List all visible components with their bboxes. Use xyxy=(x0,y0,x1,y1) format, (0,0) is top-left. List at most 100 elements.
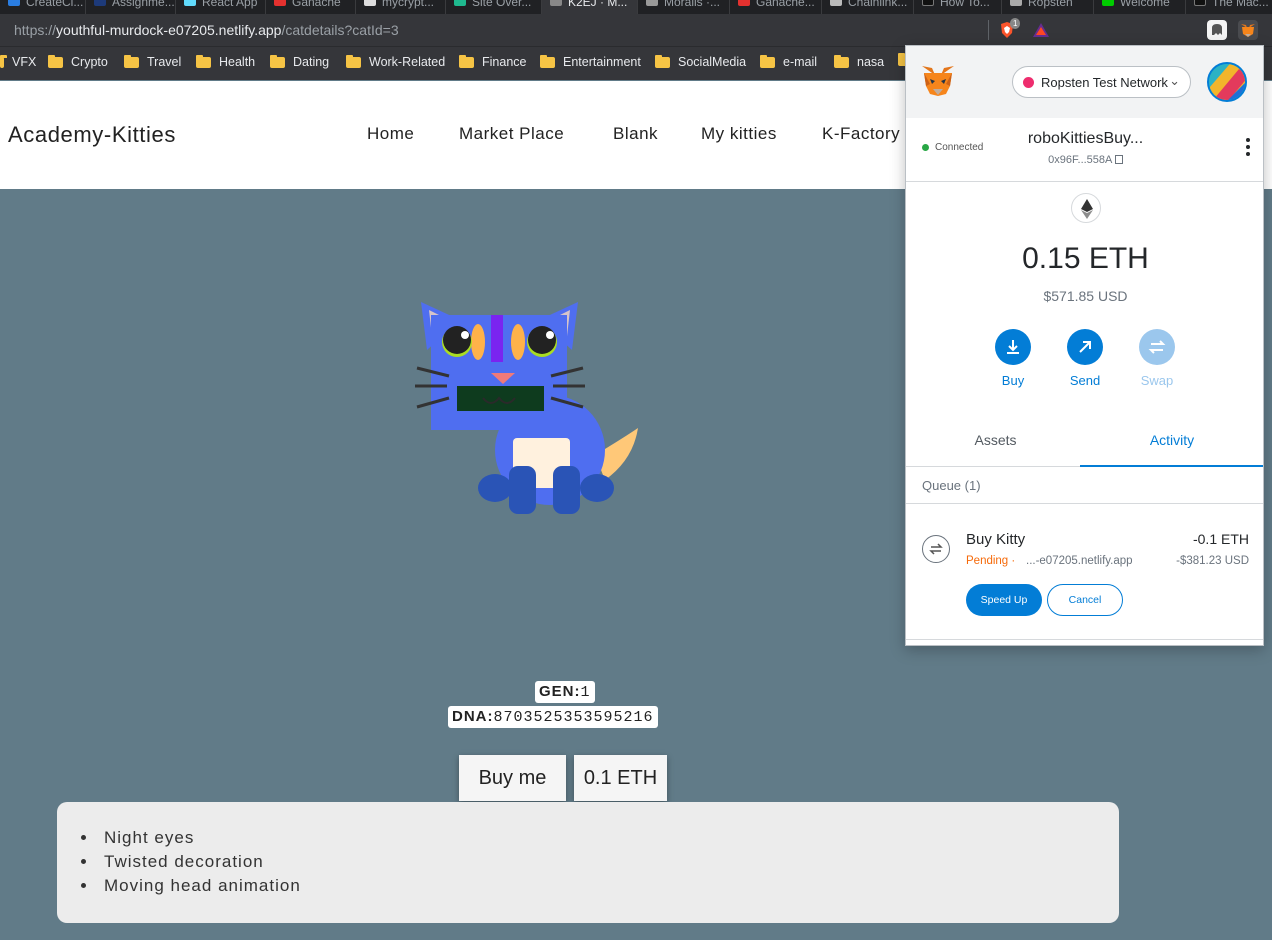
tab-favicon xyxy=(550,0,562,6)
gen-value: 1 xyxy=(580,684,591,701)
tab-assets[interactable]: Assets xyxy=(906,422,1085,467)
account-address[interactable]: 0x96F...558A xyxy=(906,154,1263,166)
attributes-panel: Night eyes Twisted decoration Moving hea… xyxy=(57,802,1119,923)
swap-arrows-icon xyxy=(922,535,950,563)
bookmark-work-related[interactable]: Work-Related xyxy=(346,54,445,69)
tab-title: React App xyxy=(202,0,258,9)
browser-tab[interactable]: Ganache... xyxy=(730,0,822,14)
browser-tab[interactable]: React App xyxy=(176,0,266,14)
swap-action-label: Swap xyxy=(1140,373,1174,388)
ghost-extension-icon[interactable] xyxy=(1207,20,1227,40)
network-status-dot xyxy=(1023,77,1034,88)
site-brand[interactable]: Academy-Kitties xyxy=(8,122,176,148)
transaction-amount-usd: -$381.23 USD xyxy=(1176,555,1249,567)
swap-icon xyxy=(1139,329,1175,365)
bookmark-email[interactable]: e-mail xyxy=(760,54,818,69)
tab-favicon xyxy=(738,0,750,6)
metamask-fox-icon[interactable] xyxy=(920,64,956,98)
attributes-list: Night eyes Twisted decoration Moving hea… xyxy=(81,826,1119,898)
nav-my-kitties[interactable]: My kitties xyxy=(701,124,777,144)
browser-tab[interactable]: Ganache xyxy=(266,0,356,14)
tab-favicon xyxy=(646,0,658,6)
tab-title: mycrypt... xyxy=(382,0,435,9)
url-scheme: https:// xyxy=(14,22,57,38)
nav-k-factory[interactable]: K-Factory xyxy=(822,124,900,144)
bookmark-label: e-mail xyxy=(783,55,818,69)
browser-tab[interactable]: Moralis ·... xyxy=(638,0,730,14)
nav-home[interactable]: Home xyxy=(367,124,414,144)
browser-tab[interactable]: mycrypt... xyxy=(356,0,446,14)
tab-favicon xyxy=(454,0,466,6)
bookmark-crypto[interactable]: Crypto xyxy=(48,54,108,69)
browser-tab-active[interactable]: K2EJ · M... xyxy=(542,0,638,14)
folder-icon xyxy=(48,54,63,68)
bookmark-travel[interactable]: Travel xyxy=(124,54,182,69)
download-icon xyxy=(995,329,1031,365)
bookmark-vfx[interactable]: VFX xyxy=(0,54,37,69)
bookmark-socialmedia[interactable]: SocialMedia xyxy=(655,54,746,69)
brave-shield-icon[interactable]: 1 xyxy=(997,18,1021,40)
account-section: Connected roboKittiesBuy... 0x96F...558A xyxy=(906,118,1263,182)
buy-action-label: Buy xyxy=(1001,373,1025,388)
browser-tab[interactable]: Chainlink... xyxy=(822,0,914,14)
buy-action-button[interactable]: Buy xyxy=(993,329,1033,388)
bookmark-dating[interactable]: Dating xyxy=(270,54,329,69)
speed-up-button[interactable]: Speed Up xyxy=(966,584,1042,616)
bookmark-finance[interactable]: Finance xyxy=(459,54,527,69)
chevron-down-icon: ⌄ xyxy=(1169,73,1180,88)
metamask-extension-icon[interactable] xyxy=(1238,20,1258,40)
address-bar: https://youthful-murdock-e07205.netlify.… xyxy=(0,14,1272,46)
tab-title: Moralis ·... xyxy=(664,0,721,9)
folder-icon xyxy=(0,54,7,68)
browser-tab[interactable]: The Mac... xyxy=(1186,0,1272,14)
browser-tab[interactable]: Ropsten xyxy=(1002,0,1094,14)
metamask-popup: Ropsten Test Network ⌄ Connected roboKit… xyxy=(905,45,1264,646)
tab-favicon xyxy=(922,0,934,6)
metamask-header: Ropsten Test Network ⌄ xyxy=(906,46,1263,118)
tab-title: Chainlink... xyxy=(848,0,908,9)
bookmark-label: Finance xyxy=(482,55,527,69)
folder-icon xyxy=(760,54,775,68)
bookmark-health[interactable]: Health xyxy=(196,54,255,69)
wallet-tabs: Assets Activity xyxy=(906,422,1263,467)
send-action-button[interactable]: Send xyxy=(1065,329,1105,388)
tab-activity[interactable]: Activity xyxy=(1080,422,1263,467)
bookmark-label: VFX xyxy=(12,55,37,69)
transaction-origin: ...-e07205.netlify.app xyxy=(1026,555,1133,567)
transaction-status: Pending · xyxy=(966,555,1016,567)
swap-action-button[interactable]: Swap xyxy=(1137,329,1177,388)
network-selector[interactable]: Ropsten Test Network ⌄ xyxy=(1012,66,1191,98)
browser-tab[interactable]: CreateCl... xyxy=(0,0,86,14)
tab-title: Ganache... xyxy=(756,0,815,9)
tab-favicon xyxy=(1194,0,1206,6)
queue-header: Queue (1) xyxy=(906,468,1263,504)
account-options-icon[interactable] xyxy=(1245,138,1251,158)
bookmark-label: Travel xyxy=(147,55,182,69)
bookmark-entertainment[interactable]: Entertainment xyxy=(540,54,641,69)
browser-tabstrip: CreateCl... Assignme... React App Ganach… xyxy=(0,0,1272,14)
browser-tab[interactable]: How To... xyxy=(914,0,1002,14)
cat-illustration xyxy=(405,290,655,530)
tab-favicon xyxy=(364,0,376,6)
cat-head xyxy=(431,315,567,430)
buy-me-button[interactable]: Buy me xyxy=(459,755,566,801)
nav-market-place[interactable]: Market Place xyxy=(459,124,564,144)
account-name[interactable]: roboKittiesBuy... xyxy=(906,130,1263,148)
url-field[interactable]: https://youthful-murdock-e07205.netlify.… xyxy=(14,22,399,38)
browser-tab[interactable]: Assignme... xyxy=(86,0,176,14)
dna-label: DNA: xyxy=(452,708,494,725)
bookmark-nasa[interactable]: nasa xyxy=(834,54,884,69)
cancel-button[interactable]: Cancel xyxy=(1047,584,1123,616)
browser-tab[interactable]: Welcome xyxy=(1094,0,1186,14)
copy-icon[interactable] xyxy=(1114,155,1123,164)
attribute-item: Twisted decoration xyxy=(81,850,1119,874)
tab-title: Ropsten xyxy=(1028,0,1073,9)
browser-tab[interactable]: Site Over... xyxy=(446,0,542,14)
nav-blank[interactable]: Blank xyxy=(613,124,658,144)
price-button[interactable]: 0.1 ETH xyxy=(574,755,667,801)
tab-favicon xyxy=(1010,0,1022,6)
brave-rewards-icon[interactable] xyxy=(1031,20,1051,40)
transaction-item[interactable]: Buy Kitty Pending · ...-e07205.netlify.a… xyxy=(906,505,1263,640)
account-avatar[interactable] xyxy=(1207,62,1247,102)
network-name: Ropsten Test Network xyxy=(1041,74,1168,90)
